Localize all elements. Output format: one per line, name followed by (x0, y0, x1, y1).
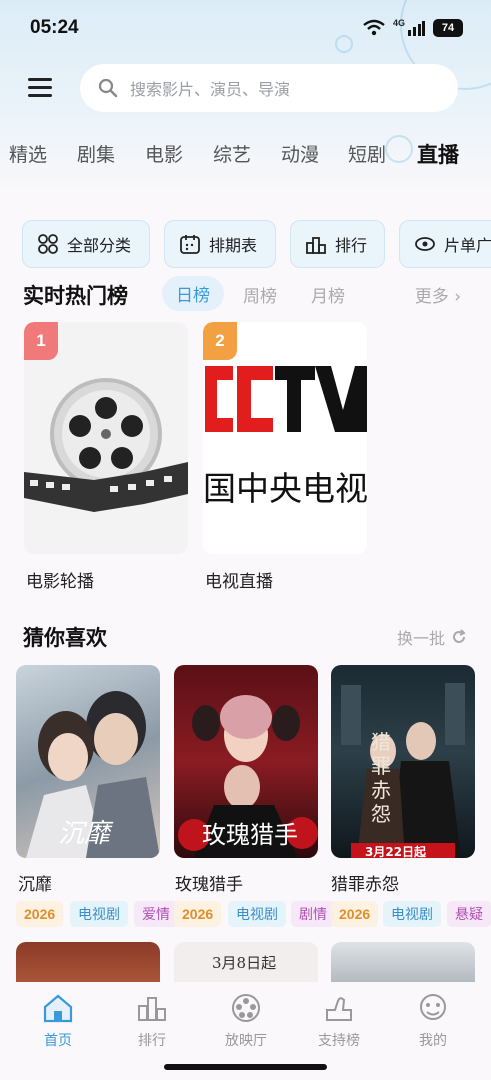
eye-list-icon (415, 237, 435, 251)
poster-hunting-crime[interactable]: 猎罪赤怨 3月22日起 (331, 665, 475, 858)
playlist-button[interactable]: 片单广 (399, 220, 491, 268)
type-tag: 电视剧 (70, 901, 128, 927)
nav-label: 首页 (44, 1033, 72, 1049)
thumbs-up-icon (326, 997, 352, 1021)
profile-icon (420, 994, 446, 1020)
battery-icon: 74 (433, 19, 463, 37)
grid-icon (38, 234, 58, 254)
tab-featured[interactable]: 精选 (9, 140, 47, 167)
tab-series[interactable]: 剧集 (77, 140, 115, 167)
rank-badge: 1 (24, 322, 58, 360)
poster-chenmi[interactable]: 沉靡 (16, 665, 160, 858)
status-time: 05:24 (30, 17, 79, 38)
nav-home[interactable]: 首页 (18, 992, 98, 1050)
nav-label: 放映厅 (225, 1033, 267, 1049)
year-tag: 2026 (174, 901, 222, 927)
tab-movies[interactable]: 电影 (145, 140, 183, 167)
quick-links: 全部分类 排期表 排行 片单广 (0, 220, 491, 268)
poster-title: 沉靡 (18, 875, 52, 895)
all-categories-button[interactable]: 全部分类 (22, 220, 150, 268)
search-bar[interactable]: 搜索影片、演员、导演 (80, 64, 458, 112)
more-label: 更多 (414, 287, 449, 307)
poster-title-art: 猎罪赤怨 (371, 730, 391, 826)
hot-card-movie-carousel[interactable]: 1 (24, 322, 188, 554)
guess-title: 猜你喜欢 (23, 626, 107, 650)
refresh-icon (453, 629, 466, 643)
tab-anime[interactable]: 动漫 (281, 140, 319, 167)
poster-rose-hunter[interactable]: 玫瑰猎手 (174, 665, 318, 858)
search-icon (98, 78, 118, 98)
tab-short-drama[interactable]: 短剧 (348, 140, 386, 167)
genre-tag: 剧情 (291, 901, 335, 927)
nav-profile[interactable]: 我的 (393, 992, 473, 1050)
cctv-logo-text: 国中央电视 (203, 469, 367, 508)
network-label: 4G (392, 18, 405, 28)
chip-label: 排行 (335, 236, 368, 255)
nav-label: 我的 (419, 1033, 447, 1049)
nav-cinema[interactable]: 放映厅 (206, 992, 286, 1050)
chip-label: 全部分类 (67, 236, 132, 255)
wifi-icon (363, 19, 385, 36)
status-bar: 05:24 4G 74 (0, 0, 491, 56)
battery-level: 74 (441, 22, 455, 34)
poster-title: 玫瑰猎手 (175, 875, 243, 895)
year-tag: 2026 (331, 901, 379, 927)
refresh-label: 换一批 (396, 629, 445, 648)
poster-date-label: 3月22日起 (365, 845, 427, 858)
type-tag: 电视剧 (228, 901, 286, 927)
hot-card-tv-live[interactable]: 国中央电视 2 (203, 322, 367, 554)
tab-variety[interactable]: 综艺 (213, 140, 251, 167)
status-icons: 4G 74 (363, 18, 463, 37)
menu-icon[interactable] (28, 78, 52, 98)
nav-label: 排行 (138, 1033, 166, 1049)
app-header: 搜索影片、演员、导演 (0, 62, 491, 114)
tab-live[interactable]: 直播 (417, 139, 459, 169)
category-tabs: 精选 剧集 电影 综艺 动漫 短剧 直播 (0, 132, 491, 174)
poster-figures (341, 683, 465, 858)
hot-card-label: 电影轮播 (26, 572, 94, 592)
hot-card-label: 电视直播 (205, 572, 273, 592)
signal-icon (408, 21, 425, 36)
poster-date-label: 3月8日起 (212, 954, 277, 972)
chip-label: 片单广 (444, 236, 491, 255)
ranking-icon (138, 997, 166, 1021)
poster-title: 猎罪赤怨 (331, 875, 399, 895)
tab-daily[interactable]: 日榜 (162, 276, 224, 311)
nav-ranking[interactable]: 排行 (112, 992, 192, 1050)
ranking-button[interactable]: 排行 (290, 220, 385, 268)
hot-ranking-header: 实时热门榜 日榜 周榜 月榜 更多 › (0, 272, 491, 314)
tab-weekly[interactable]: 周榜 (243, 282, 277, 307)
chevron-right-icon: › (454, 287, 461, 307)
nav-support[interactable]: 支持榜 (299, 992, 379, 1050)
rank-badge: 2 (203, 322, 237, 360)
schedule-button[interactable]: 排期表 (164, 220, 276, 268)
genre-tag: 悬疑 (447, 901, 491, 927)
ranking-icon (306, 237, 326, 254)
tab-monthly[interactable]: 月榜 (311, 282, 345, 307)
home-icon (43, 994, 73, 1023)
year-tag: 2026 (16, 901, 64, 927)
more-link[interactable]: 更多 › (415, 282, 461, 307)
chip-label: 排期表 (209, 236, 258, 255)
type-tag: 电视剧 (383, 901, 441, 927)
poster-title-art: 沉靡 (58, 819, 111, 849)
search-placeholder: 搜索影片、演员、导演 (130, 80, 291, 99)
genre-tag: 爱情 (134, 901, 178, 927)
home-indicator[interactable] (164, 1064, 327, 1070)
nav-label: 支持榜 (318, 1033, 360, 1049)
hot-ranking-title: 实时热门榜 (23, 284, 128, 308)
poster-title-art: 玫瑰猎手 (202, 821, 298, 849)
calendar-icon (180, 235, 200, 254)
film-reel-icon (232, 994, 260, 1022)
refresh-button[interactable]: 换一批 (397, 625, 467, 649)
